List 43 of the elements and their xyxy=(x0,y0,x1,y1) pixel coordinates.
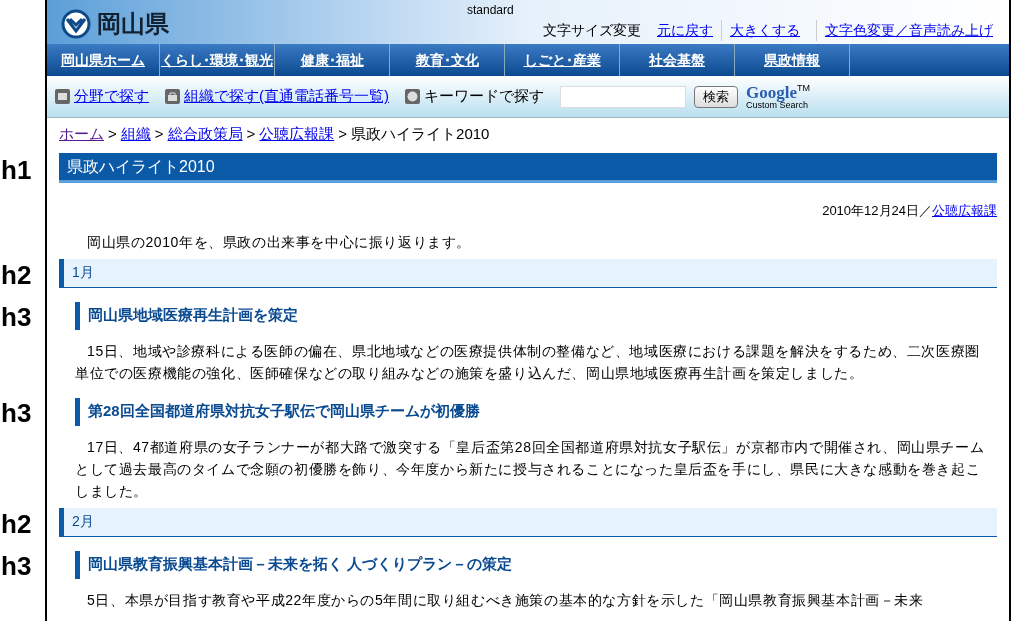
keyword-icon xyxy=(405,89,420,104)
breadcrumb-link[interactable]: ホーム xyxy=(59,122,104,146)
section-heading: 2月 xyxy=(59,507,997,537)
site-logo[interactable]: 岡山県 xyxy=(97,12,169,36)
font-size-link[interactable]: 大きくする xyxy=(721,20,808,41)
style-label: standard xyxy=(467,2,515,19)
breadcrumb-link[interactable]: 公聴広報課 xyxy=(259,122,335,146)
page-heading: 県政ハイライト2010 xyxy=(59,153,997,183)
font-size-link[interactable]: 文字色変更／音声読み上げ xyxy=(816,20,1001,41)
breadcrumb-separator: > xyxy=(108,123,117,144)
body-paragraph: 17日、47都道府県の女子ランナーが都大路で激突する「皇后盃第28回全国都道府県対抗女子駅伝」が京都市内で開催され、岡山県チームとして過去最高のタイムで念願の初優勝を飾り、今年度から新たに授与されることになった皇后盃を手にし、県民に大きな感動を巻き起こしました。 xyxy=(74,437,986,501)
google-logo: Google xyxy=(746,83,797,101)
lock-icon xyxy=(165,89,180,104)
heading-level-label: h3 xyxy=(1,552,32,579)
breadcrumb-link[interactable]: 組織 xyxy=(120,122,151,146)
body-paragraph: 5日、本県が目指す教育や平成22年度からの5年間に取り組むべき施策の基本的な方針を示した「岡山県教育振興基本計画－未来 xyxy=(86,590,925,610)
heading-level-label: h2 xyxy=(1,510,32,537)
search-link[interactable]: 組織で探す(直通電話番号一覧) xyxy=(184,85,389,108)
heading-level-label: h2 xyxy=(1,261,32,288)
heading-level-label: h3 xyxy=(1,399,32,426)
subsection-heading: 第28回全国都道府県対抗女子駅伝で岡山県チームが初優勝 xyxy=(75,397,997,426)
section-heading: 1月 xyxy=(59,258,997,288)
date-text: 2010年12月24日／ xyxy=(822,202,932,220)
subsection-heading: 岡山県地域医療再生計画を策定 xyxy=(75,301,997,330)
breadcrumb-separator: > xyxy=(338,123,348,144)
breadcrumb-current: 県政ハイライト2010 xyxy=(351,123,490,144)
subsection-heading: 岡山県教育振興基本計画－未来を拓く 人づくりプラン－の策定 xyxy=(75,550,997,579)
font-size-label: 文字サイズ変更 xyxy=(543,21,641,40)
body-paragraph: 15日、地域や診療科による医師の偏在、県北地域などの医療提供体制の整備など、地域医療における課題を解決をするため、二次医療圏単位での医療機能の強化、医師確保などの取り組みなどの施策を盛り込んだ、岡山県地域医療再生計画を策定しました。 xyxy=(74,341,981,383)
font-size-link[interactable]: 元に戻す xyxy=(649,20,721,41)
logo-emblem-icon xyxy=(59,9,93,39)
keyword-label: キーワードで探す xyxy=(424,86,544,107)
search-link[interactable]: 分野で探す xyxy=(74,85,149,108)
search-field[interactable] xyxy=(560,85,686,108)
body-paragraph: 岡山県の2010年を、県政の出来事を中心に振り返ります。 xyxy=(86,232,472,252)
search-button[interactable]: 検索 xyxy=(694,85,738,108)
heading-level-label: h1 xyxy=(1,157,32,183)
trademark-mark: TM xyxy=(797,83,810,93)
breadcrumb-link[interactable]: 総合政策局 xyxy=(167,122,243,146)
heading-level-label: h3 xyxy=(1,303,32,330)
breadcrumb-separator: > xyxy=(246,123,256,144)
breadcrumb-separator: > xyxy=(154,123,164,144)
author-link[interactable]: 公聴広報課 xyxy=(932,201,997,221)
